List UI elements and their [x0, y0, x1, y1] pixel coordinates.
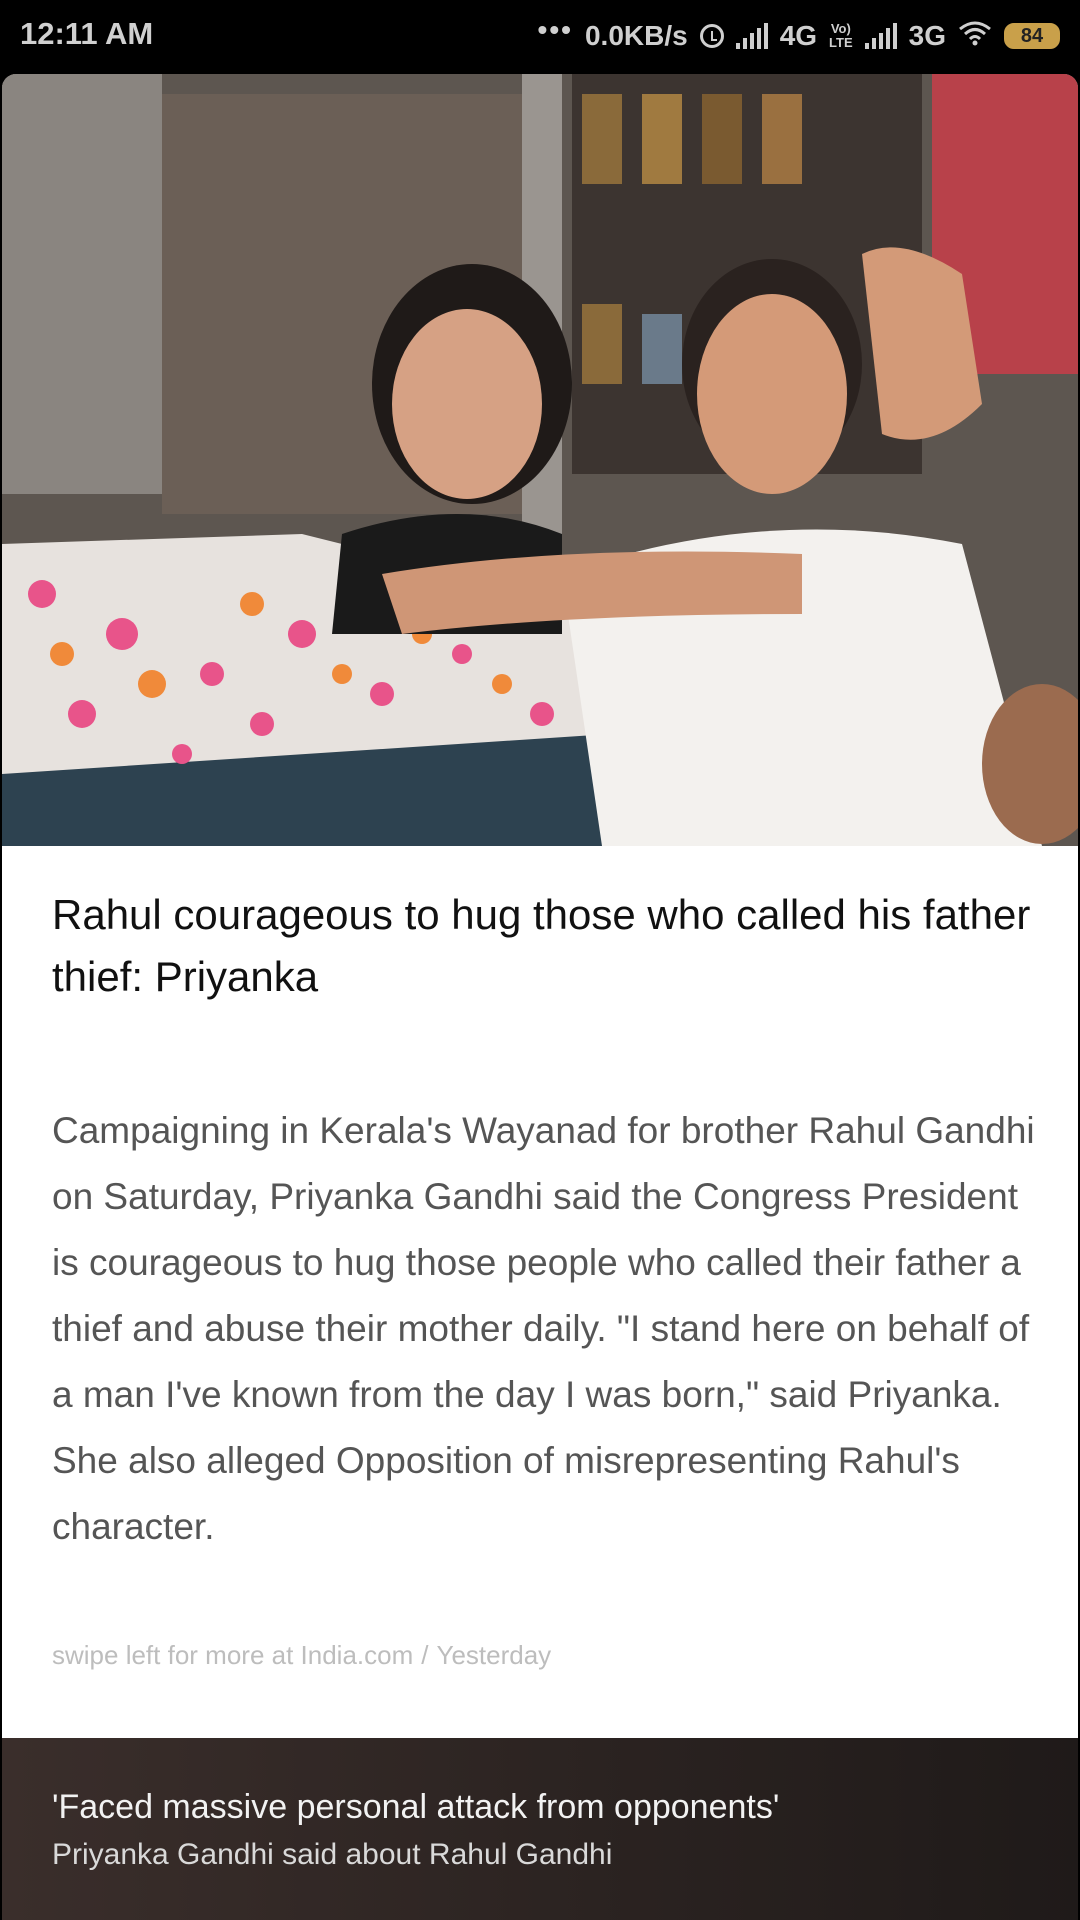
article-body: Campaigning in Kerala's Wayanad for brot…: [52, 1110, 1035, 1547]
article-headline[interactable]: Rahul courageous to hug those who called…: [52, 884, 1032, 1008]
network-type-1: 4G: [779, 20, 818, 51]
volte-top: Vo): [830, 21, 851, 36]
signal-icon-2: [864, 23, 897, 49]
battery-icon: 84: [1004, 23, 1060, 49]
volte-icon: Vo) LTE: [829, 22, 853, 50]
status-icons: ••• 0.0KB/s 4G Vo) LTE 3G 84: [538, 14, 1060, 58]
more-notifications-icon: •••: [537, 14, 573, 45]
article-image: [2, 74, 1078, 846]
footer-subtitle: Priyanka Gandhi said about Rahul Gandhi: [52, 1838, 613, 1871]
article-time: Yesterday: [436, 1640, 552, 1670]
article-source[interactable]: swipe left for more at India.com / Yesterd…: [52, 1640, 952, 1671]
status-bar: 12:11 AM ••• 0.0KB/s 4G Vo) LTE 3G 84: [0, 0, 1080, 72]
source-text[interactable]: swipe left for more at India.com: [52, 1640, 413, 1670]
network-type-2: 3G: [908, 20, 946, 51]
footer-title[interactable]: 'Faced massive personal attack from oppo…: [52, 1788, 779, 1827]
signal-icon: [735, 23, 768, 49]
network-speed: 0.0KB/s: [584, 20, 688, 51]
volte-bottom: LTE: [829, 35, 853, 50]
alarm-icon: [699, 24, 724, 48]
wifi-icon: [958, 20, 992, 53]
read-more-footer[interactable]: 'Faced massive personal attack from oppo…: [2, 1738, 1078, 1920]
source-separator: /: [421, 1640, 429, 1670]
status-time: 12:11 AM: [20, 16, 154, 51]
news-card[interactable]: Rahul courageous to hug those who called…: [2, 74, 1078, 1920]
